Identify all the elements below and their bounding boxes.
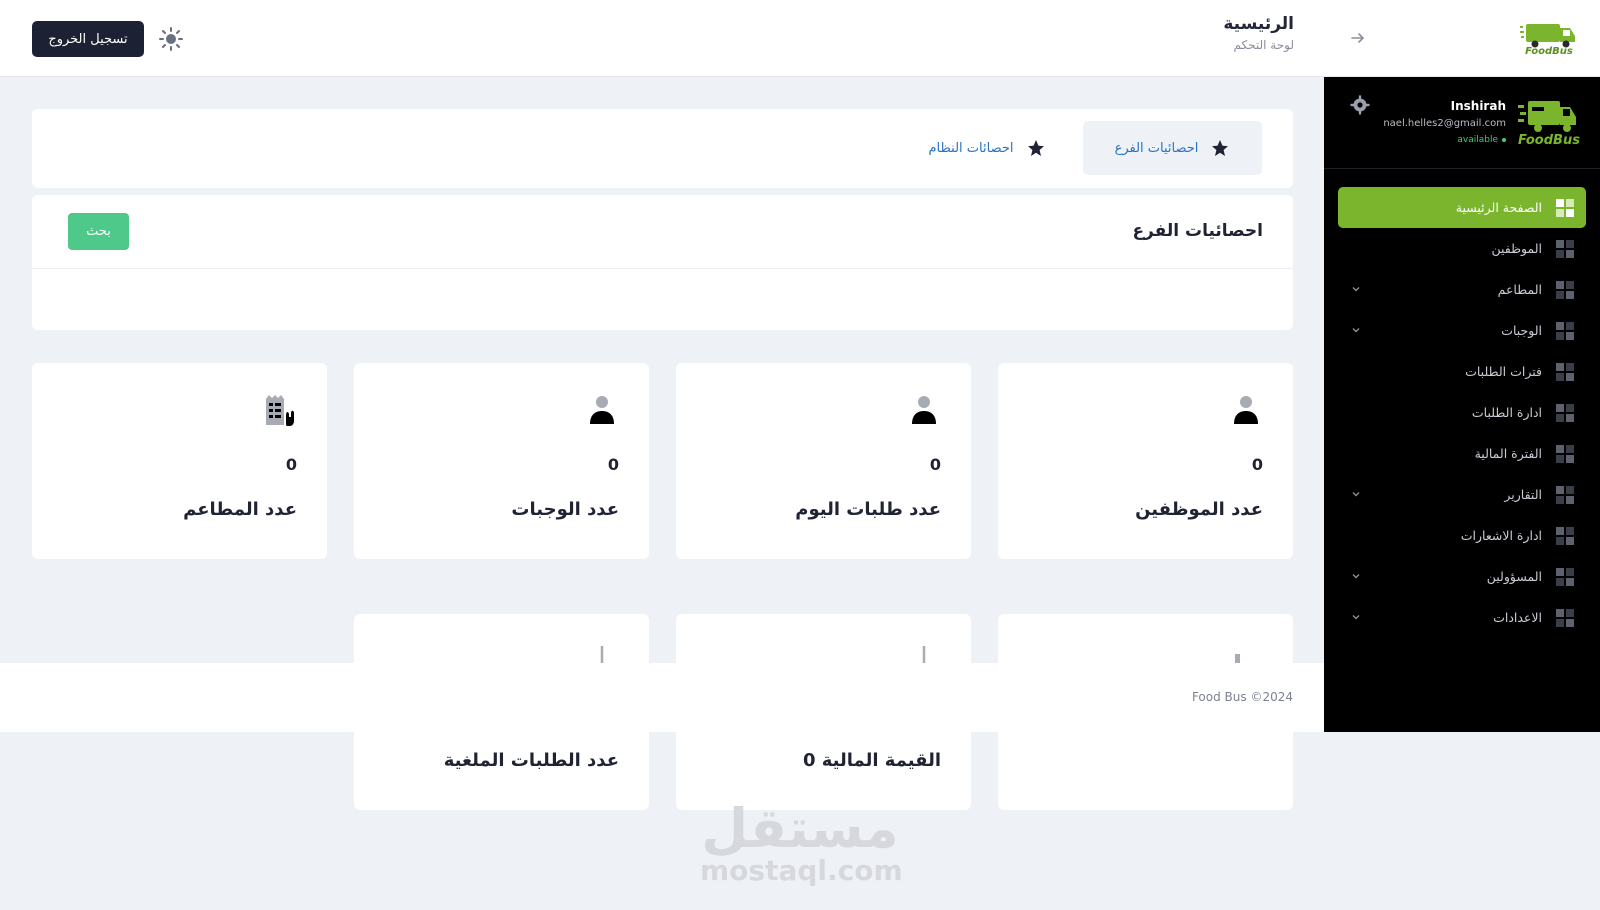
stat-label: عدد طلبات اليوم bbox=[795, 499, 941, 520]
chevron-down-icon[interactable] bbox=[1350, 488, 1362, 500]
sidebar-item[interactable]: ادارة الاشعارات bbox=[1338, 515, 1586, 556]
profile-logo: FoodBus bbox=[1518, 95, 1580, 151]
page-heading: الرئيسية لوحة التحكم bbox=[1223, 14, 1294, 52]
tab-label: احصائات النظام bbox=[928, 140, 1014, 156]
grid-icon bbox=[1556, 362, 1574, 381]
sidebar-item[interactable]: الاعدادات bbox=[1338, 597, 1586, 638]
grid-icon bbox=[1556, 280, 1574, 299]
search-button[interactable]: بحث bbox=[68, 213, 129, 250]
stat-value: 0 bbox=[607, 455, 619, 474]
arrow-right-icon[interactable] bbox=[1348, 28, 1368, 48]
status-dot-icon bbox=[1502, 138, 1506, 142]
page-title: الرئيسية bbox=[1223, 14, 1294, 34]
watermark: مستقل mostaql.com bbox=[700, 797, 903, 888]
sun-icon[interactable] bbox=[158, 26, 184, 52]
sidebar-item-label: الوجبات bbox=[1501, 323, 1542, 338]
sidebar-item-label: ادارة الاشعارات bbox=[1460, 528, 1542, 543]
grid-icon bbox=[1556, 444, 1574, 463]
profile-email: nael.helles2@gmail.com bbox=[1383, 118, 1506, 129]
grid-icon bbox=[1556, 198, 1574, 217]
sidebar-item-label: التقارير bbox=[1504, 487, 1542, 502]
grid-icon bbox=[1556, 608, 1574, 627]
stat-label: عدد المطاعم bbox=[183, 499, 297, 520]
sidebar-item-label: الاعدادات bbox=[1493, 610, 1542, 625]
sidebar-nav: الصفحة الرئيسية الموظفين المطاعم الوجبات فتر… bbox=[1338, 187, 1586, 638]
sidebar-item-label: الفترة المالية bbox=[1474, 446, 1542, 461]
stat-value: 0 bbox=[285, 455, 297, 474]
sidebar-item[interactable]: المسؤولين bbox=[1338, 556, 1586, 597]
gear-icon[interactable] bbox=[1350, 95, 1370, 115]
foodbus-logo[interactable]: FoodBus bbox=[1520, 18, 1578, 58]
footer-copyright: Food Bus ©2024 bbox=[1191, 690, 1293, 704]
tab-branch-stats[interactable]: احصائيات الفرع bbox=[1083, 121, 1262, 175]
grid-icon bbox=[1556, 239, 1574, 258]
stat-value: 0 bbox=[1251, 455, 1263, 474]
profile-name: Inshirah bbox=[1450, 99, 1506, 113]
sidebar-item[interactable]: فترات الطلبات bbox=[1338, 351, 1586, 392]
stat-label: عدد الوجبات bbox=[511, 499, 619, 520]
sidebar-item-label: المسؤولين bbox=[1486, 569, 1542, 584]
grid-icon bbox=[1556, 321, 1574, 340]
tab-system-stats[interactable]: احصائات النظام bbox=[902, 121, 1072, 175]
status-text: available bbox=[1457, 135, 1498, 145]
stat-value: 0 bbox=[929, 455, 941, 474]
sidebar-item-label: المطاعم bbox=[1497, 282, 1542, 297]
tab-label: احصائيات الفرع bbox=[1114, 140, 1199, 156]
watermark-latin: mostaql.com bbox=[700, 854, 903, 887]
star-icon bbox=[1212, 140, 1229, 156]
stat-card-today-orders: 0 عدد طلبات اليوم bbox=[676, 363, 971, 559]
chevron-down-icon[interactable] bbox=[1350, 283, 1362, 295]
sidebar-item[interactable]: الصفحة الرئيسية bbox=[1338, 187, 1586, 228]
profile-logo-text: FoodBus bbox=[1518, 133, 1580, 148]
search-card: احصائيات الفرع بحث bbox=[32, 195, 1293, 330]
profile-panel: FoodBus Inshirah nael.helles2@gmail.com … bbox=[1324, 77, 1600, 169]
watermark-arabic: مستقل bbox=[701, 797, 899, 860]
tabs-card: احصائيات الفرع احصائات النظام bbox=[32, 109, 1293, 188]
stat-card-restaurants: 0 عدد المطاعم bbox=[32, 363, 327, 559]
sidebar-item-label: الصفحة الرئيسية bbox=[1455, 200, 1542, 215]
grid-icon bbox=[1556, 526, 1574, 545]
top-header: تسجيل الخروج الرئيسية لوحة التحكم FoodBu… bbox=[0, 0, 1600, 77]
sidebar-item-label: فترات الطلبات bbox=[1465, 364, 1542, 379]
sidebar-item[interactable]: الوجبات bbox=[1338, 310, 1586, 351]
logo-text: FoodBus bbox=[1525, 46, 1573, 57]
footer: Food Bus ©2024 bbox=[0, 663, 1324, 732]
grid-icon bbox=[1556, 403, 1574, 422]
sidebar: FoodBus Inshirah nael.helles2@gmail.com … bbox=[1324, 77, 1600, 732]
divider bbox=[32, 268, 1293, 269]
chevron-down-icon[interactable] bbox=[1350, 611, 1362, 623]
profile-status: available bbox=[1457, 135, 1506, 145]
page-subtitle: لوحة التحكم bbox=[1233, 38, 1295, 52]
sidebar-item[interactable]: ادارة الطلبات bbox=[1338, 392, 1586, 433]
stat-label: عدد الطلبات الملغية bbox=[443, 750, 619, 771]
building-icon bbox=[266, 395, 294, 426]
stat-label: عدد الموظفين bbox=[1135, 499, 1263, 520]
sidebar-item[interactable]: المطاعم bbox=[1338, 269, 1586, 310]
stat-label: القيمة المالية 0 bbox=[802, 750, 941, 771]
stat-card-employees: 0 عدد الموظفين bbox=[998, 363, 1293, 559]
stat-card-meals: 0 عدد الوجبات bbox=[354, 363, 649, 559]
grid-icon bbox=[1556, 567, 1574, 586]
user-icon bbox=[912, 396, 936, 424]
star-icon bbox=[1027, 140, 1044, 156]
sidebar-item[interactable]: الفترة المالية bbox=[1338, 433, 1586, 474]
section-title: احصائيات الفرع bbox=[1132, 221, 1263, 241]
user-icon bbox=[1234, 396, 1258, 424]
chevron-down-icon[interactable] bbox=[1350, 570, 1362, 582]
sidebar-item[interactable]: التقارير bbox=[1338, 474, 1586, 515]
grid-icon bbox=[1556, 485, 1574, 504]
sidebar-item[interactable]: الموظفين bbox=[1338, 228, 1586, 269]
sidebar-item-label: الموظفين bbox=[1491, 241, 1542, 256]
sidebar-item-label: ادارة الطلبات bbox=[1471, 405, 1542, 420]
chevron-down-icon[interactable] bbox=[1350, 324, 1362, 336]
logout-button[interactable]: تسجيل الخروج bbox=[32, 21, 144, 57]
user-icon bbox=[590, 396, 614, 424]
